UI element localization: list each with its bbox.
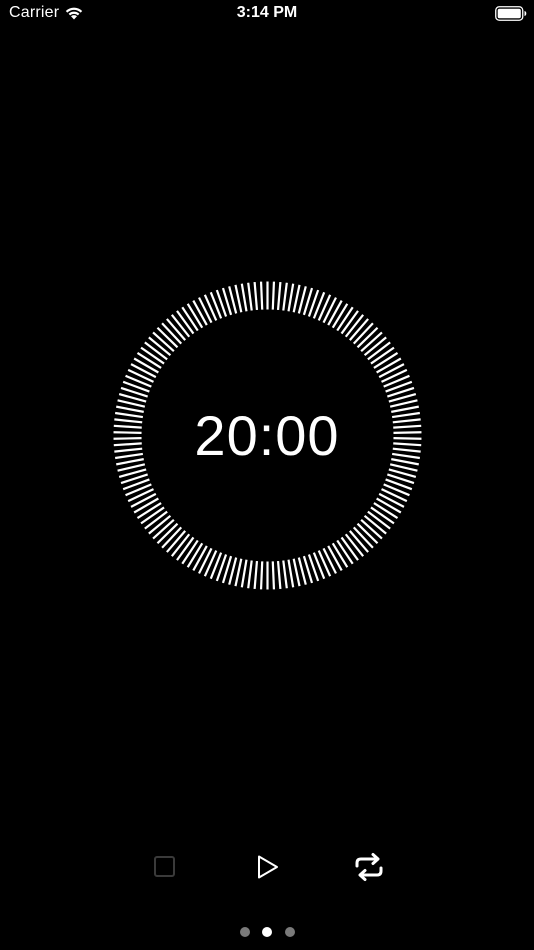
- dial-tick: [287, 559, 295, 588]
- repeat-icon: [355, 853, 383, 881]
- status-time: 3:14 PM: [236, 4, 298, 21]
- dial-tick: [376, 497, 402, 514]
- dial-tick: [240, 559, 248, 588]
- timer-display: 20:00: [194, 404, 340, 467]
- dial-tick: [192, 545, 208, 571]
- dial-tick: [271, 281, 276, 310]
- page-dot-3[interactable]: [285, 927, 295, 937]
- playback-controls: [0, 849, 534, 885]
- page-dot-2[interactable]: [262, 927, 272, 937]
- dial-tick: [240, 283, 248, 312]
- dial-tick: [234, 284, 243, 313]
- dial-tick: [198, 547, 213, 574]
- dial-tick: [276, 281, 282, 311]
- dial-tick: [259, 561, 264, 590]
- dial-tick: [234, 558, 243, 587]
- dial-tick: [186, 303, 204, 329]
- status-bar: Carrier 3:14 PM: [0, 0, 534, 28]
- dial-tick: [253, 281, 259, 311]
- dial-tick: [292, 284, 301, 313]
- dial-tick: [253, 560, 259, 590]
- dial-tick: [292, 558, 301, 587]
- dial-tick: [247, 282, 253, 311]
- dial-tick: [322, 547, 337, 574]
- dial-tick: [127, 488, 154, 503]
- dial-tick: [130, 492, 157, 508]
- page-indicator[interactable]: [0, 926, 534, 938]
- dial-tick: [322, 297, 337, 324]
- dial-tick: [136, 502, 162, 519]
- dial-tick: [331, 303, 349, 329]
- dial-tick: [130, 363, 157, 379]
- dial-tick: [317, 550, 332, 577]
- dial-tick: [271, 561, 276, 590]
- dial-tick: [276, 560, 282, 590]
- dial-tick: [282, 560, 288, 589]
- dial-tick: [282, 282, 288, 311]
- dial-tick: [381, 488, 408, 503]
- stop-button[interactable]: [147, 849, 183, 885]
- dial-tick: [287, 283, 295, 312]
- play-icon: [258, 855, 278, 879]
- repeat-button[interactable]: [351, 849, 387, 885]
- dial-tick: [203, 294, 218, 321]
- dial-tick: [192, 300, 208, 326]
- dial-tick: [327, 545, 343, 571]
- dial-tick: [127, 368, 154, 383]
- dial-tick: [373, 502, 399, 519]
- dial-tick: [198, 297, 213, 324]
- dial-tick: [381, 368, 408, 383]
- play-button[interactable]: [249, 849, 285, 885]
- dial-tick: [203, 550, 218, 577]
- dial-tick: [133, 497, 159, 514]
- stop-square-icon: [154, 856, 175, 877]
- dial-tick: [259, 281, 264, 310]
- dial-tick: [133, 357, 159, 374]
- dial-tick: [317, 294, 332, 321]
- page-dot-1[interactable]: [240, 927, 250, 937]
- dial-tick: [136, 352, 162, 369]
- dial-tick: [327, 300, 343, 326]
- dial-tick: [373, 352, 399, 369]
- dial-tick: [376, 357, 402, 374]
- dial-tick: [331, 542, 349, 568]
- dial-tick: [186, 542, 204, 568]
- battery-full-icon: [495, 6, 527, 21]
- dial-tick: [378, 363, 405, 379]
- dial-tick: [378, 492, 405, 508]
- dial-tick: [247, 560, 253, 589]
